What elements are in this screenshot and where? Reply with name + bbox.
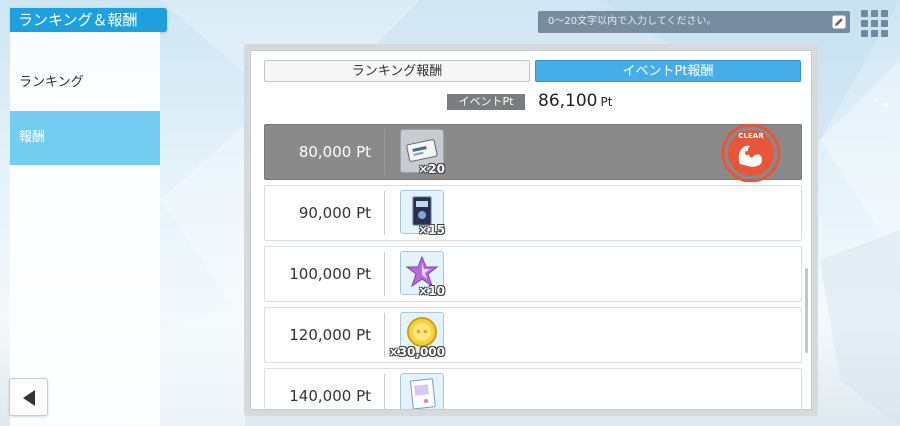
reward-row: 140,000 Pt: [264, 368, 802, 409]
reward-points: 100,000 Pt: [289, 265, 371, 283]
row-divider: [384, 313, 385, 357]
sidebar-item-rewards[interactable]: 報酬: [10, 111, 160, 165]
menu-grid-icon[interactable]: [861, 10, 888, 37]
event-pt-value: 86,100 Pt: [538, 91, 612, 111]
reward-item[interactable]: ×30,000: [389, 312, 445, 359]
reward-quantity: ×20: [418, 162, 445, 176]
rewards-panel: ランキング報酬 イベントPt報酬 イベントPt 86,100 Pt 80,000 …: [250, 50, 812, 410]
edit-icon[interactable]: [832, 15, 846, 29]
reward-item[interactable]: ×15: [400, 190, 445, 237]
reward-row: 100,000 Pt ×10: [264, 246, 802, 302]
search-placeholder: 0～20文字以内で入力してください。: [548, 16, 717, 27]
reward-quantity: ×15: [418, 223, 445, 237]
reward-item[interactable]: [400, 373, 444, 409]
event-pt-label: イベントPt: [447, 94, 525, 110]
reward-points: 140,000 Pt: [289, 387, 371, 405]
reward-points: 90,000 Pt: [298, 204, 371, 222]
event-pt-number: 86,100: [538, 91, 598, 111]
back-arrow-icon: [23, 390, 35, 406]
sidebar-item-ranking[interactable]: ランキング: [10, 56, 160, 110]
sidebar: ランキング 報酬: [10, 32, 160, 426]
reward-points: 80,000 Pt: [298, 143, 371, 161]
back-button[interactable]: [9, 378, 48, 416]
row-divider: [384, 191, 385, 235]
tab-ranking-rewards[interactable]: ランキング報酬: [264, 60, 530, 82]
reward-points: 120,000 Pt: [289, 326, 371, 344]
reward-row: 80,000 Pt ×20 CLEAR: [264, 124, 802, 182]
reward-quantity: ×10: [418, 284, 445, 298]
svg-text:CLEAR: CLEAR: [738, 132, 764, 140]
scrollbar[interactable]: [805, 268, 808, 353]
reward-quantity: ×30,000: [388, 345, 445, 359]
event-pt-unit: Pt: [600, 95, 613, 109]
card-icon: [410, 378, 436, 409]
clear-badge-icon: CLEAR: [721, 124, 781, 182]
reward-row: 120,000 Pt ×30,000: [264, 307, 802, 363]
search-input[interactable]: 0～20文字以内で入力してください。: [538, 11, 850, 33]
page-title: ランキング＆報酬: [10, 8, 167, 32]
reward-item[interactable]: ×20: [400, 129, 445, 176]
row-divider: [384, 252, 385, 296]
tab-event-pt-rewards[interactable]: イベントPt報酬: [535, 60, 801, 82]
row-divider: [384, 374, 385, 409]
row-divider: [384, 130, 385, 174]
reward-row: 90,000 Pt ×15: [264, 185, 802, 241]
reward-item[interactable]: ×10: [400, 251, 445, 298]
